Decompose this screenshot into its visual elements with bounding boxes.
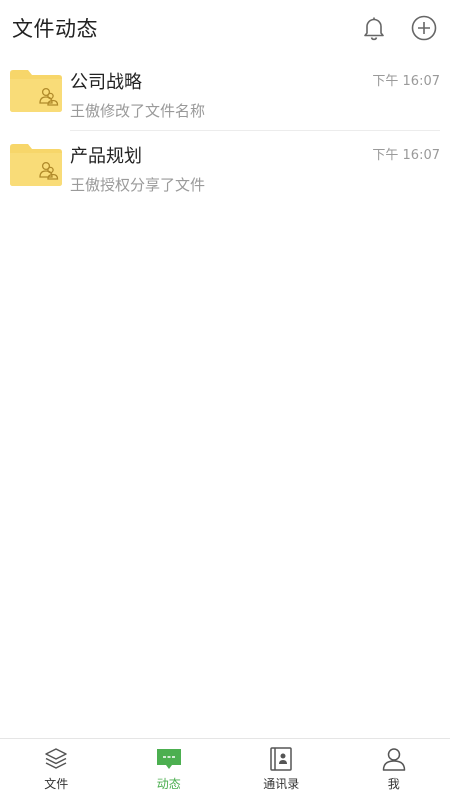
page-title: 文件动态 [12,17,98,41]
bell-icon [364,17,384,41]
feed-item[interactable]: 产品规划 王傲授权分享了文件 下午 16:07 [0,130,450,204]
header-actions [360,14,438,42]
nav-item-activity[interactable]: 动态 [113,739,226,800]
top-bar: 文件动态 [0,0,450,56]
nav-item-contacts[interactable]: 通讯录 [225,739,338,800]
contacts-book-icon [268,746,294,772]
shared-folder-icon [10,144,62,186]
add-button[interactable] [410,14,438,42]
nav-item-files[interactable]: 文件 [0,739,113,800]
layers-icon [43,746,69,772]
notifications-button[interactable] [360,14,388,42]
nav-label: 动态 [156,777,181,791]
nav-label: 文件 [44,777,69,791]
nav-label: 通讯录 [263,777,300,791]
activity-description: 王傲修改了文件名称 [70,101,206,120]
activity-description: 王傲授权分享了文件 [70,175,206,194]
shared-folder-icon [10,70,62,112]
timestamp: 下午 16:07 [372,74,440,89]
nav-label: 我 [387,777,400,791]
bottom-nav: 文件 动态 通讯录 我 [0,738,450,800]
activity-feed: 公司战略 王傲修改了文件名称 下午 16:07 产品规划 王傲授权分享了文件 下… [0,56,450,204]
feed-item[interactable]: 公司战略 王傲修改了文件名称 下午 16:07 [0,56,450,130]
nav-item-me[interactable]: 我 [338,739,450,800]
timestamp: 下午 16:07 [372,148,440,163]
app-screen: 文件 动态 公司战略 王傲修改了文件名称 下午 16:07 产品规划 王傲授权分享… [0,0,450,800]
plus-circle-icon [411,15,437,41]
message-icon [156,746,182,772]
person-icon [381,746,407,772]
